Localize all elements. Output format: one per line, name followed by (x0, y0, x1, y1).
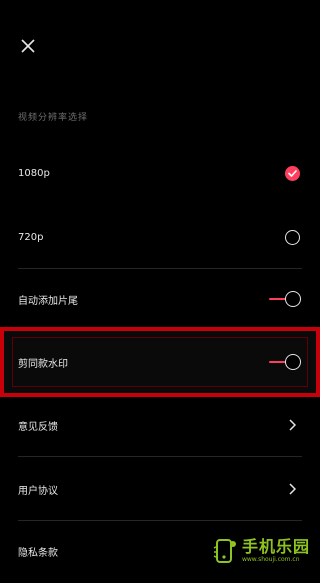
auto-append-ending-toggle[interactable] (269, 290, 301, 308)
close-button[interactable] (16, 34, 40, 58)
resolution-section-label: 视频分辨率选择 (18, 113, 89, 123)
feedback-label: 意见反馈 (18, 421, 58, 433)
auto-append-ending-label: 自动添加片尾 (18, 295, 78, 307)
privacy-terms-label: 隐私条款 (18, 547, 58, 559)
watermark-title: 手机乐园 (241, 537, 310, 556)
toggle-knob (285, 354, 301, 370)
user-agreement-row[interactable]: 用户协议 (18, 457, 302, 521)
checkmark-icon (288, 169, 297, 177)
capcut-watermark-label: 剪同款水印 (18, 358, 68, 370)
resolution-option-1080p[interactable]: 1080p (18, 141, 302, 205)
phone-logo-icon (213, 539, 236, 563)
auto-append-ending-row: 自动添加片尾 (18, 267, 302, 331)
resolution-option-720p[interactable]: 720p (18, 205, 302, 269)
watermark-url: www.shouji.com.cn (241, 556, 300, 563)
capcut-watermark-toggle[interactable] (269, 353, 301, 371)
capcut-watermark-row: 剪同款水印 (18, 330, 302, 394)
resolution-option-label: 1080p (18, 167, 50, 179)
radio-unchecked-icon[interactable] (285, 229, 300, 245)
radio-checked-icon[interactable] (285, 165, 300, 181)
chevron-right-icon (289, 483, 296, 495)
toggle-knob (285, 291, 301, 307)
feedback-row[interactable]: 意见反馈 (18, 393, 302, 457)
site-watermark: 手机乐园 www.shouji.com.cn (212, 538, 310, 564)
user-agreement-label: 用户协议 (18, 485, 58, 497)
close-icon (21, 39, 35, 53)
resolution-option-label: 720p (18, 231, 44, 243)
chevron-right-icon (289, 419, 296, 431)
